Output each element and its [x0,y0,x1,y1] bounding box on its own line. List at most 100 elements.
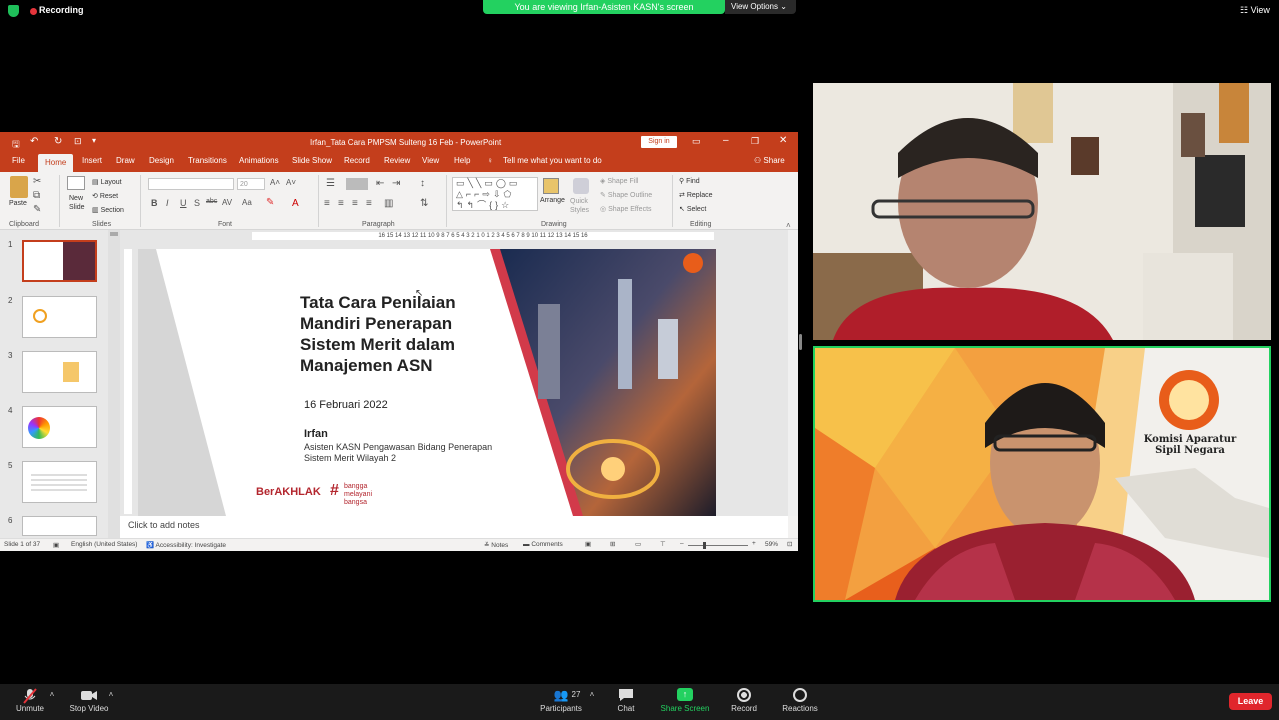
tab-review[interactable]: Review [384,156,410,165]
tab-home[interactable]: Home [38,154,74,172]
tab-insert[interactable]: Insert [82,156,102,165]
format-painter-icon[interactable]: ✎ [33,204,41,215]
tab-file[interactable]: File [12,156,25,165]
tab-help[interactable]: Help [454,156,470,165]
slide-date[interactable]: 16 Februari 2022 [304,399,388,411]
scrollbar-thumb[interactable] [110,232,118,236]
justify-icon[interactable]: ≡ [366,198,372,209]
stop-video-button[interactable]: Stop Video [70,704,109,713]
quick-styles-label[interactable]: Quick Styles [570,197,592,215]
columns-icon[interactable]: ▥ [384,198,393,209]
audio-options-chevron-icon[interactable]: ˄ [50,690,55,699]
slide-thumbnail-3[interactable] [22,351,97,393]
tab-transitions[interactable]: Transitions [188,156,227,165]
bullets-icon[interactable]: ☰ [326,178,335,189]
collapse-ribbon-icon[interactable]: ˄ [786,221,791,230]
shape-outline-button[interactable]: ✎ Shape Outline [600,191,652,199]
slide-sorter-icon[interactable]: ⊞ [610,540,615,548]
zoom-out-icon[interactable]: – [680,540,684,547]
present-icon[interactable]: ⊡ [74,136,82,147]
view-button[interactable]: ☷ View [1240,5,1270,16]
shapes-gallery[interactable]: ▭╲╲▭◯▭ △⌐⌐⇨⇩⬠ ↰↰⌒{}☆ [452,177,538,211]
tab-design[interactable]: Design [149,156,174,165]
zoom-level[interactable]: 59% [765,541,778,548]
zoom-in-icon[interactable]: + [752,540,756,547]
quick-styles-icon[interactable] [573,178,589,194]
tab-draw[interactable]: Draw [116,156,135,165]
align-left-icon[interactable]: ≡ [324,198,330,209]
zoom-slider[interactable] [688,545,748,546]
notes-pane[interactable]: Click to add notes [120,516,788,538]
fit-slide-icon[interactable]: ⊡ [787,540,792,548]
slide-thumbnails-pane[interactable]: 1 2 3 4 5 6 [0,230,108,538]
normal-view-icon[interactable]: ▣ [585,540,591,548]
new-slide-icon[interactable] [67,176,85,190]
strikethrough-icon[interactable]: abc [206,198,217,205]
tab-view[interactable]: View [422,156,439,165]
panel-resize-handle[interactable] [799,334,802,350]
slide-thumbnail-6[interactable] [22,516,97,536]
maximize-icon[interactable]: ❐ [751,136,759,147]
participants-button[interactable]: Participants [540,704,582,713]
shape-effects-button[interactable]: ◎ Shape Effects [600,205,652,213]
find-button[interactable]: ⚲ Find [679,177,700,185]
text-direction-icon[interactable]: ⇅ [420,198,428,209]
redo-icon[interactable]: ↻ [54,136,62,147]
slide-title[interactable]: Tata Cara Penilaian Mandiri Penerapan Si… [300,292,456,376]
leave-button[interactable]: Leave [1229,693,1272,710]
current-slide[interactable]: Tata Cara Penilaian Mandiri Penerapan Si… [138,249,716,516]
reactions-button[interactable]: Reactions [782,704,818,713]
zoom-slider-thumb[interactable] [703,542,706,549]
numbering-icon[interactable] [346,178,368,190]
ribbon-display-icon[interactable]: ▭ [692,136,701,147]
encryption-shield-icon[interactable] [8,5,19,17]
tab-animations[interactable]: Animations [239,156,279,165]
participant-video-1[interactable] [813,83,1271,340]
chat-button[interactable]: Chat [618,704,635,713]
reading-view-icon[interactable]: ▭ [635,540,641,548]
underline-icon[interactable]: U [180,198,187,208]
font-size-field[interactable]: 20 [237,178,265,190]
thumbnails-scrollbar[interactable] [108,230,120,538]
slide-thumbnail-2[interactable] [22,296,97,338]
layout-button[interactable]: ▤ Layout [92,178,122,186]
sign-in-button[interactable]: Sign in [641,136,677,148]
arrange-icon[interactable] [543,178,559,194]
save-icon[interactable]: 🖫 [12,137,20,153]
highlight-icon[interactable]: ✎ [266,197,274,208]
share-screen-icon[interactable]: ↑ [677,688,693,701]
participants-chevron-icon[interactable]: ˄ [590,690,595,699]
comments-button[interactable]: ▬ Comments [523,541,563,548]
grow-font-icon[interactable]: A˄ [270,178,280,187]
bold-icon[interactable]: B [151,198,158,208]
change-case-icon[interactable]: Aa [242,198,252,207]
shrink-font-icon[interactable]: A˅ [286,178,296,187]
reset-button[interactable]: ⟲ Reset [92,192,118,200]
paste-icon[interactable] [10,176,28,198]
italic-icon[interactable]: I [166,198,169,208]
tell-me-search[interactable]: Tell me what you want to do [503,156,602,165]
new-slide-label[interactable]: New Slide [69,194,87,212]
record-icon[interactable] [737,688,751,702]
share-screen-button[interactable]: Share Screen [661,704,710,713]
slide-thumbnail-1[interactable] [22,240,97,282]
line-spacing-icon[interactable]: ↕ [420,178,425,189]
section-button[interactable]: ▥ Section [92,206,124,214]
language-indicator[interactable]: English (United States) [71,541,137,548]
share-button[interactable]: ⚇ Share [754,156,785,165]
select-button[interactable]: ↖ Select [679,205,706,213]
slide-scrollbar[interactable] [788,230,798,516]
tab-slide-show[interactable]: Slide Show [292,156,332,165]
shadow-icon[interactable]: S [194,198,200,208]
font-name-field[interactable] [148,178,234,190]
align-center-icon[interactable]: ≡ [338,198,344,209]
cut-icon[interactable]: ✂ [33,176,41,187]
decrease-indent-icon[interactable]: ⇤ [376,178,384,189]
slideshow-view-icon[interactable]: ⊤ [660,540,666,548]
slide-presenter-name[interactable]: Irfan [304,428,328,440]
align-right-icon[interactable]: ≡ [352,198,358,209]
video-options-chevron-icon[interactable]: ˄ [109,690,114,699]
unmute-button[interactable]: Unmute [16,704,44,713]
increase-indent-icon[interactable]: ⇥ [392,178,400,189]
copy-icon[interactable]: ⧉ [33,190,40,201]
